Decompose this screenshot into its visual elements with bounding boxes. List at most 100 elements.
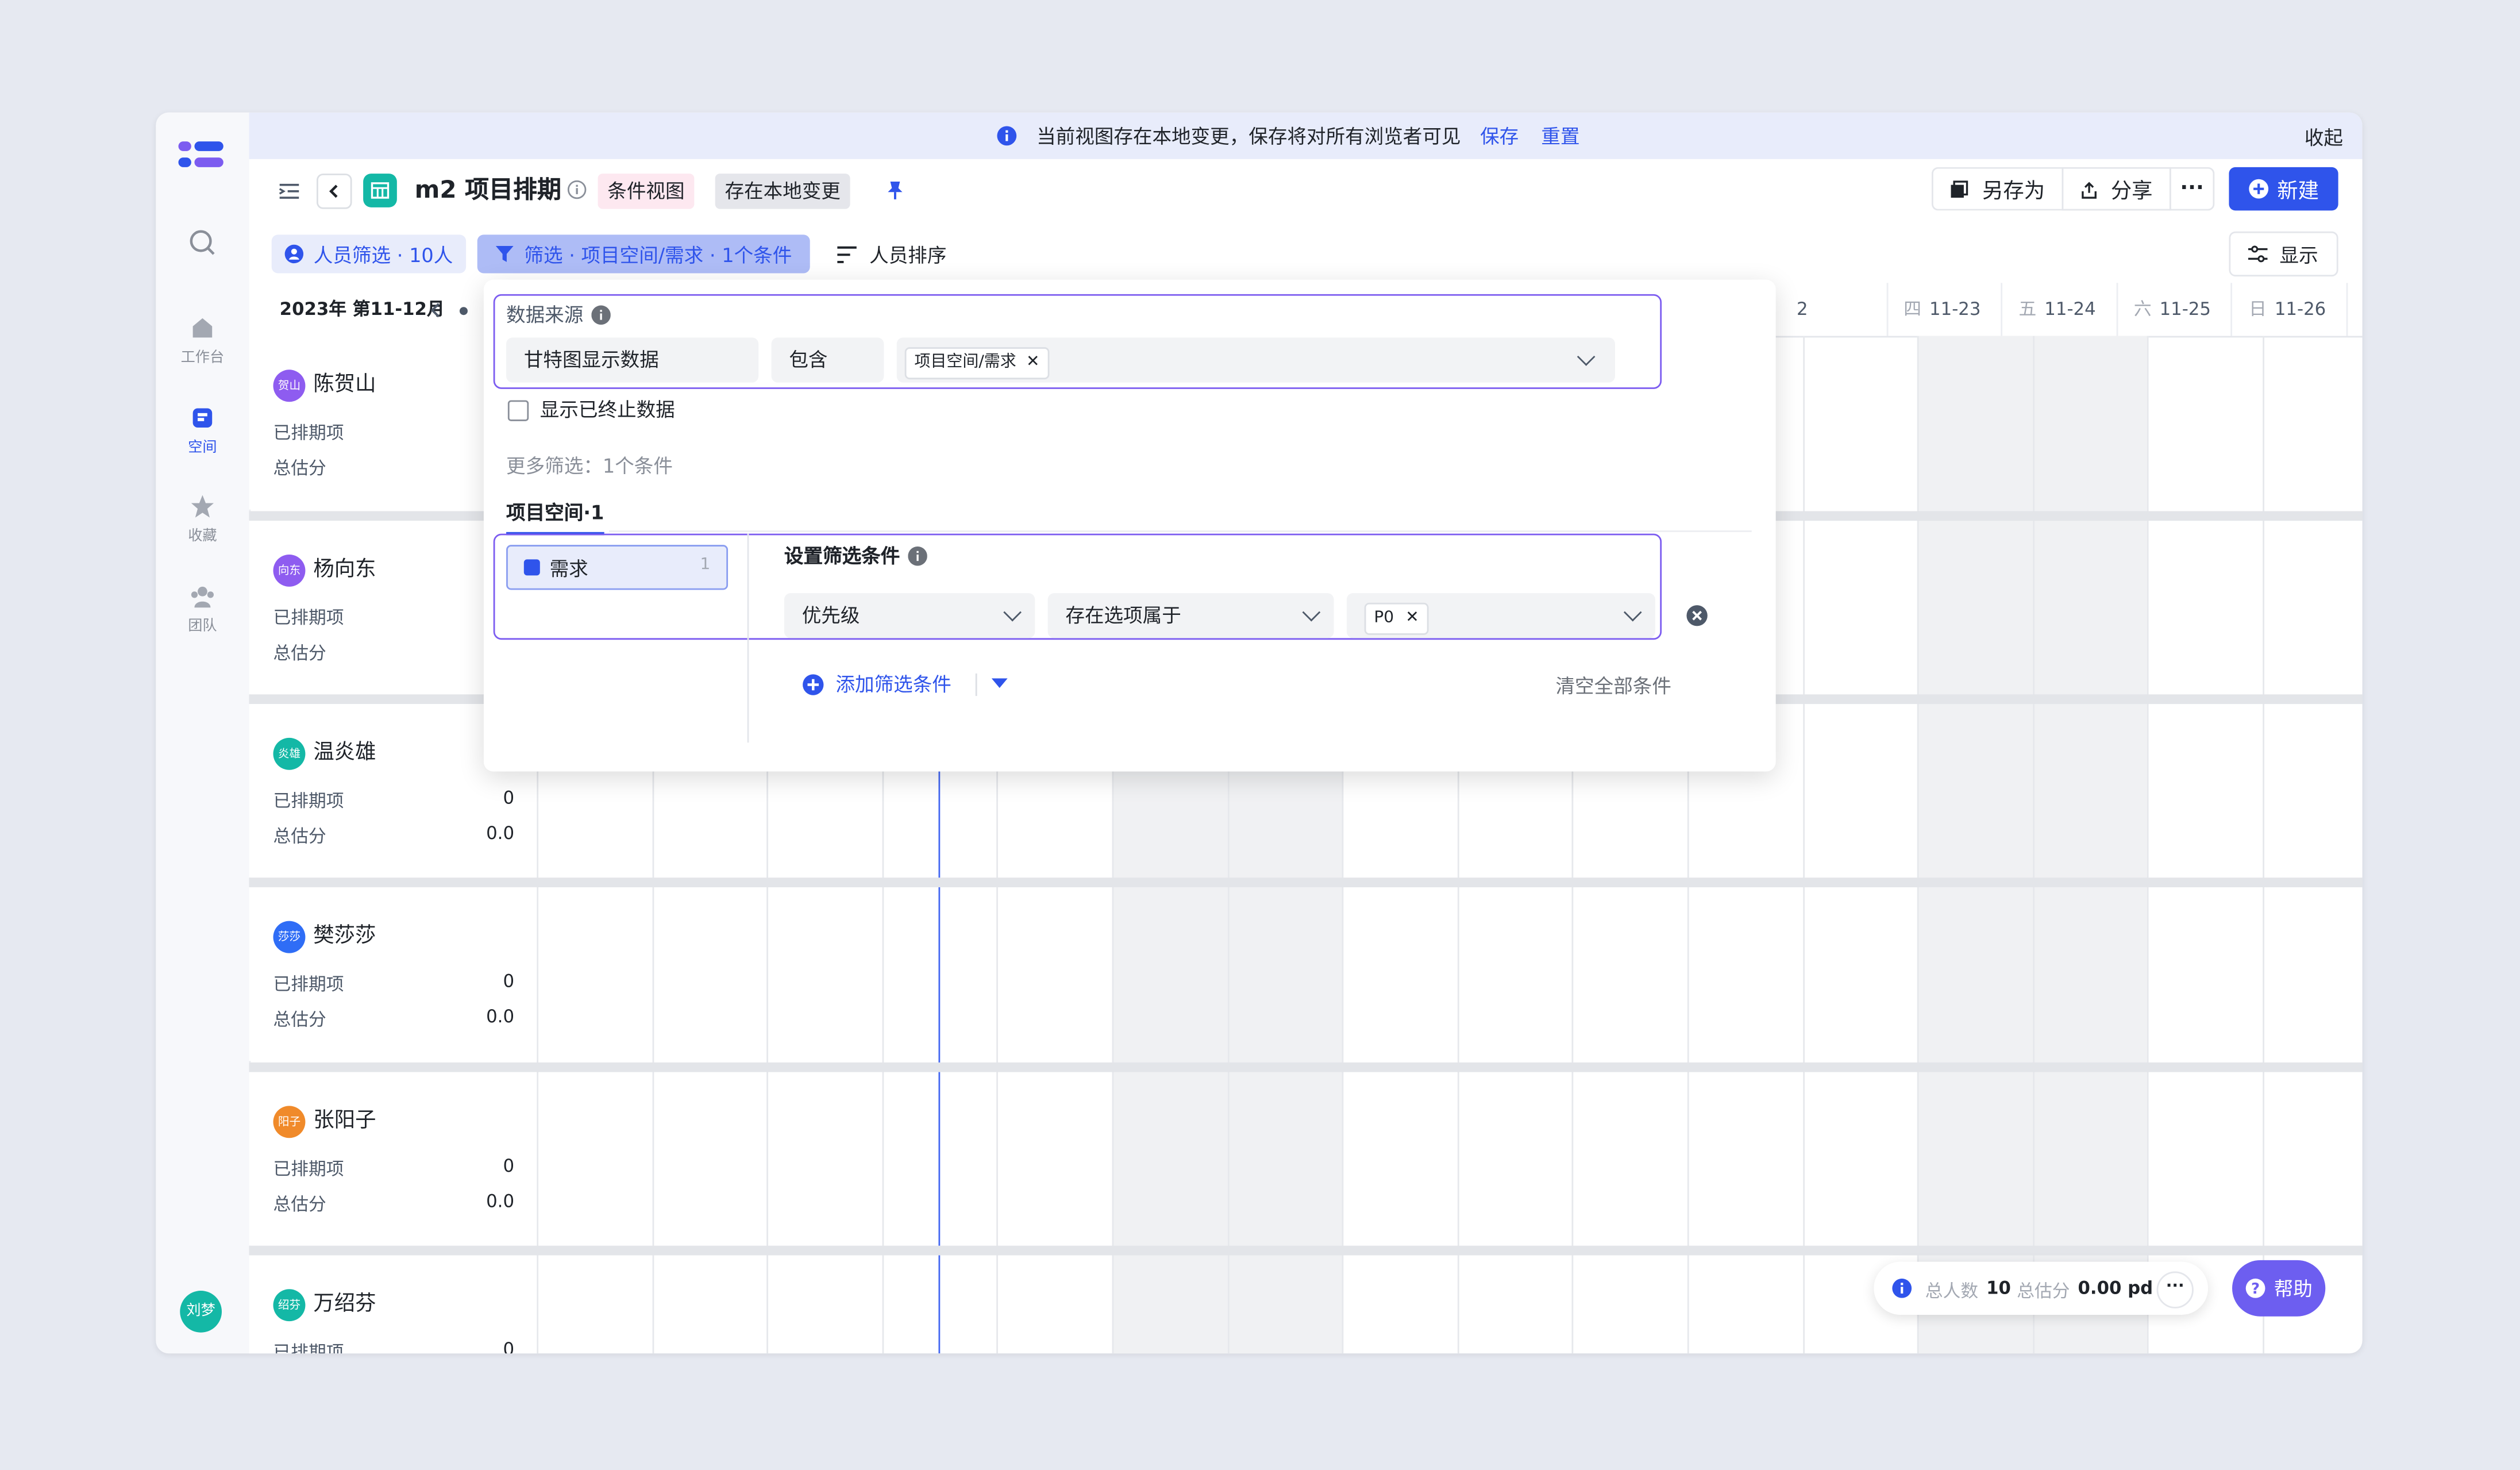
avatar: 莎莎 [273,921,306,953]
new-button[interactable]: 新建 [2229,167,2338,211]
banner-message: 当前视图存在本地变更，保存将对所有浏览者可见 [1036,125,1461,148]
people-filter-button[interactable]: 人员筛选 · 10人 [271,234,467,274]
date-label: 2 [1797,299,1808,320]
timeline-day: 四 11-23 [1886,283,2001,336]
person-name: 杨向东 [313,557,376,582]
back-button[interactable] [317,174,352,209]
person-row[interactable]: 绍芬 万绍芬 已排期项 0 [249,1255,537,1354]
share-icon [2082,181,2098,198]
info-outline-icon[interactable] [567,180,587,199]
weekday-label: 六 [2133,299,2152,320]
avatar: 贺山 [273,370,306,402]
condition-field-select[interactable]: 优先级 [784,593,1035,638]
person-row[interactable]: 阳子 张阳子 已排期项 总估分 0 0.0 [249,1072,537,1246]
home-icon [192,318,213,338]
banner-reset-link[interactable]: 重置 [1541,122,1579,150]
clear-all-button[interactable]: 清空全部条件 [1555,672,1671,699]
sidebar-item-team[interactable]: 团队 [156,583,249,635]
toggle-sidebar-icon[interactable] [278,180,300,202]
view-title[interactable]: m2 项目排期 [415,174,561,207]
info-icon [1892,1278,1912,1298]
estimate-label: 总估分 [273,826,326,848]
person-row[interactable]: 莎莎 樊莎莎 已排期项 总估分 0 0.0 [249,887,537,1061]
scheduled-label: 已排期项 [273,973,344,995]
app-logo[interactable] [178,138,226,177]
condition-operator-text: 存在选项属于 [1065,604,1181,627]
condition-operator-select[interactable]: 存在选项属于 [1047,593,1334,638]
plus-circle-icon [803,673,824,695]
save-as-button[interactable]: 另存为 [1931,167,2062,211]
filter-button[interactable]: 筛选 · 项目空间/需求 · 1个条件 [477,234,810,274]
date-label: 11-26 [2274,299,2326,320]
scheduled-label: 已排期项 [273,607,344,629]
more-button[interactable]: ··· [2169,167,2215,211]
banner-save-link[interactable]: 保存 [1480,122,1519,150]
remove-chip-icon[interactable]: ✕ [1026,353,1039,371]
sort-icon [837,245,857,263]
show-terminated-checkbox[interactable] [507,400,529,421]
people-sort-button[interactable]: 人员排序 [827,234,956,273]
sidebar-item-label: 收藏 [188,529,217,545]
share-button[interactable]: 分享 [2062,167,2171,211]
info-icon [591,305,611,324]
estimate-value: 0.0 [486,823,515,844]
grid-column [1802,336,1917,1354]
chevron-left-icon [329,184,338,198]
weekday-label: 日 [2249,299,2267,320]
condition-field-text: 优先级 [802,604,860,627]
condition-value-chip: P0 ✕ [1364,602,1429,635]
filter-label: 筛选 · 项目空间/需求 · 1个条件 [524,243,792,266]
pin-icon[interactable] [885,180,905,201]
filter-popup: 数据来源 甘特图显示数据 包含 项目空间/需求 ✕ 显示已终止数据 更多筛选：1… [483,279,1776,772]
avatar: 阳子 [273,1106,306,1138]
condition-value-select[interactable]: P0 ✕ [1346,593,1655,638]
scheduled-label: 已排期项 [273,422,344,444]
help-button[interactable]: ? 帮助 [2232,1260,2326,1317]
settings-sliders-icon [2249,245,2268,263]
category-color-icon [523,559,540,576]
sidebar-item-label: 空间 [188,440,217,457]
funnel-icon [496,245,514,262]
estimate-label: 总估分 [273,458,326,479]
chevron-left-icon[interactable] [429,302,442,318]
sidebar-item-space[interactable]: 空间 [156,405,249,457]
plus-circle-icon [2249,179,2269,199]
remove-chip-icon[interactable]: ✕ [1405,609,1419,627]
chevron-down-icon [1623,603,1642,622]
display-button[interactable]: 显示 [2229,231,2338,277]
remove-condition-icon[interactable] [1686,605,1708,627]
category-item[interactable]: 需求 1 [506,545,729,590]
grid-column [2032,336,2148,1354]
copy-icon [1951,179,1969,197]
source-field-select[interactable]: 甘特图显示数据 [506,337,759,383]
data-source-label: 数据来源 [506,303,584,326]
date-range-label: 2023年 第11-12月 [279,299,445,320]
scheduled-value: 0 [503,971,515,992]
sidebar-item-favorites[interactable]: 收藏 [156,494,249,545]
caret-down-icon[interactable] [991,678,1008,690]
user-avatar[interactable]: 刘梦 [180,1290,222,1333]
left-sidebar: 工作台 空间 收藏 团队 刘梦 [156,112,251,1354]
source-operator-select[interactable]: 包含 [771,337,884,383]
question-circle-icon: ? [2245,1278,2265,1298]
search-icon[interactable] [188,228,217,264]
add-condition-button[interactable]: 添加筛选条件 [802,670,951,698]
source-value-select[interactable]: 项目空间/需求 ✕ [896,337,1615,383]
table-view-icon [363,174,397,207]
total-people-label: 总人数 [1925,1281,1979,1302]
chevron-down-icon [1577,348,1596,366]
person-name: 陈贺山 [313,372,376,397]
info-icon [908,545,927,565]
space-icon [192,408,213,428]
tab-project-space[interactable]: 项目空间·1 [506,498,604,536]
banner-collapse-button[interactable]: 收起 [2305,124,2343,151]
today-dot[interactable] [459,307,468,315]
date-label: 11-23 [1929,299,1981,320]
date-label: 11-25 [2159,299,2211,320]
row-separator [249,1062,2363,1072]
sidebar-item-workbench[interactable]: 工作台 [156,315,249,367]
timeline-day: 一11-27 [2346,283,2363,336]
scheduled-label: 已排期项 [273,791,344,812]
avatar: 炎雄 [273,737,306,770]
summary-more-button[interactable]: ··· [2156,1271,2194,1309]
